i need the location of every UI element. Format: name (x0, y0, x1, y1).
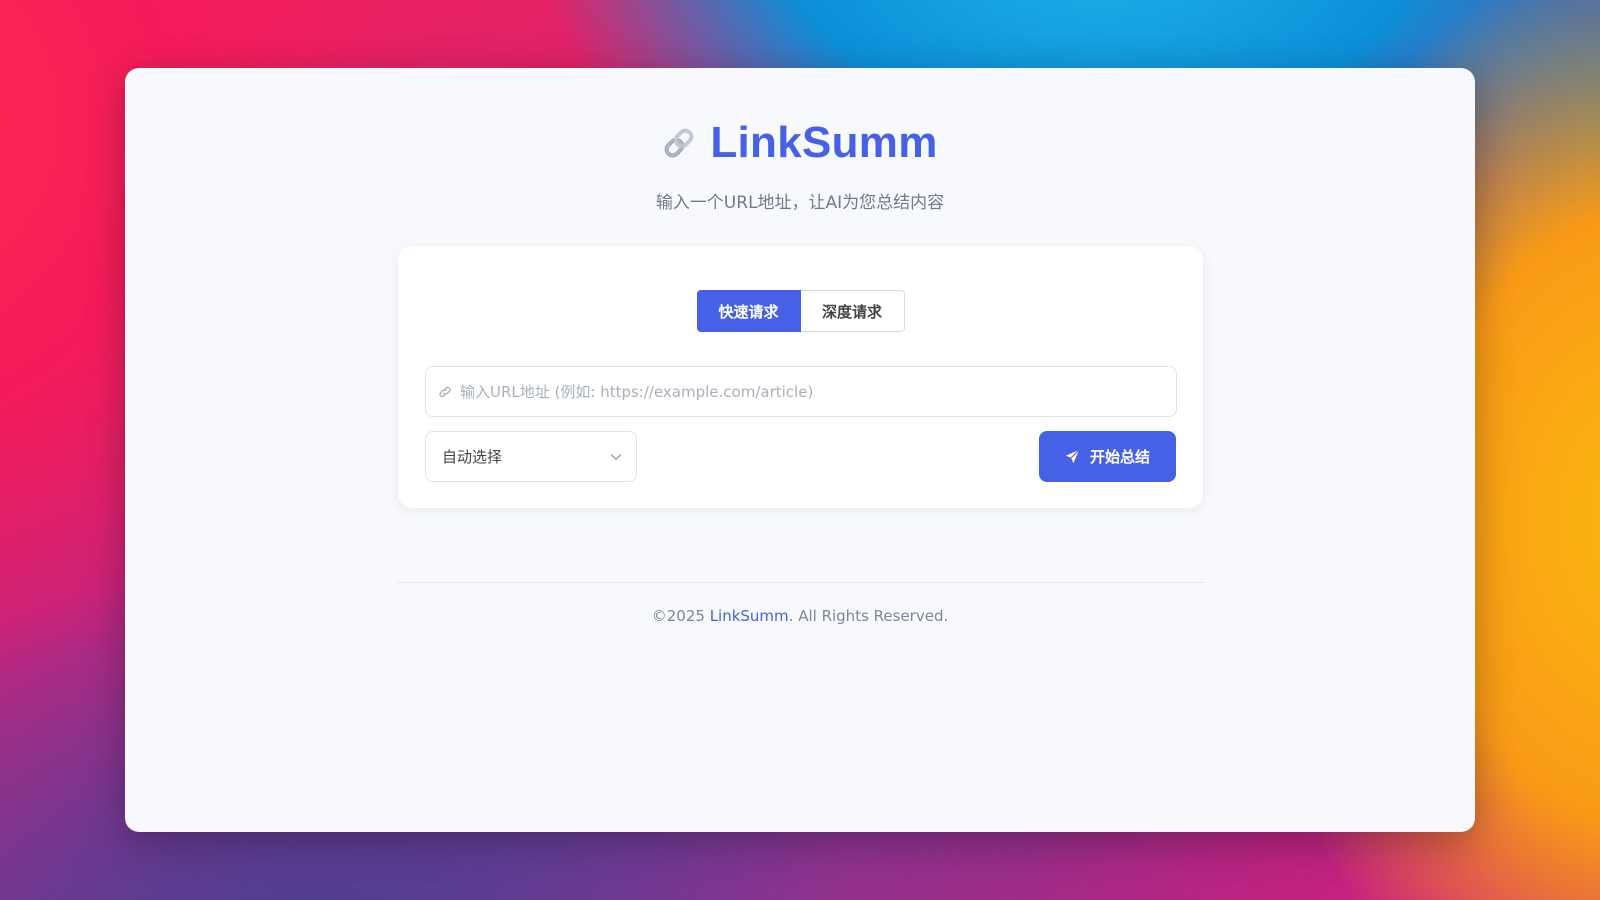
start-summary-button[interactable]: 开始总结 (1039, 431, 1176, 482)
chevron-down-icon (610, 453, 622, 460)
app-window: LinkSumm 输入一个URL地址，让AI为您总结内容 快速请求 深度请求 自… (125, 68, 1475, 832)
footer: ©2025 LinkSumm. All Rights Reserved. (125, 607, 1475, 625)
footer-rights: . All Rights Reserved. (788, 607, 949, 625)
model-select-value: 自动选择 (442, 448, 503, 466)
chain-link-icon (664, 128, 694, 158)
title-row: LinkSumm (662, 118, 937, 168)
model-select[interactable]: 自动选择 (425, 431, 637, 482)
send-icon (1065, 449, 1080, 464)
url-input[interactable] (460, 367, 1176, 416)
page-title: LinkSumm (710, 118, 938, 167)
header: LinkSumm 输入一个URL地址，让AI为您总结内容 (125, 118, 1475, 213)
footer-divider (397, 582, 1205, 583)
footer-brand-link[interactable]: LinkSumm (710, 607, 789, 625)
page-subtitle: 输入一个URL地址，让AI为您总结内容 (655, 193, 945, 213)
url-field[interactable] (425, 366, 1177, 417)
request-mode-tabs: 快速请求 深度请求 (398, 290, 1203, 332)
tab-quick-request[interactable]: 快速请求 (696, 290, 801, 332)
start-summary-label: 开始总结 (1089, 449, 1150, 466)
tab-deep-request[interactable]: 深度请求 (800, 290, 905, 332)
request-card: 快速请求 深度请求 自动选择 开始总结 (398, 246, 1203, 508)
link-icon (439, 386, 451, 397)
footer-copyright: ©2025 (651, 607, 710, 625)
